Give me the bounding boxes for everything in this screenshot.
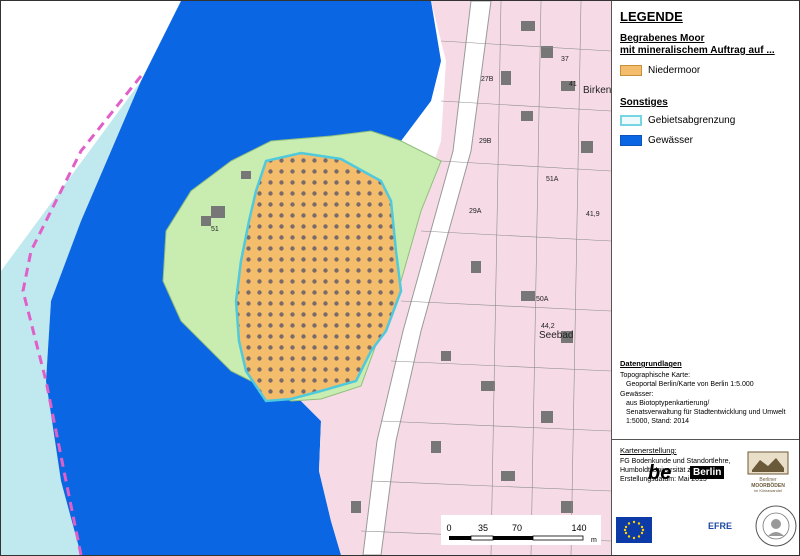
legend-item-niedermoor: Niedermoor [620,65,700,76]
gewaesser-source-l2: Senatsverwaltung für Stadtentwicklung un… [626,409,786,416]
map-frame: Birken Seebad 41,9 44,2 51 51A 29A 50A 2… [0,0,800,556]
gewaesser-source-l1: aus Biotoptypenkartierung/ [626,400,710,407]
legend-item-gebietsabgrenzung-label: Gebietsabgrenzung [648,115,736,126]
moorboeden-logo: Berliner MOORBÖDEN im Klimawandel [747,451,789,493]
legend-title: LEGENDE [620,9,683,24]
legend-panel: LEGENDE Begrabenes Moor mit mineralische… [611,1,799,555]
label-29b: 29B [479,138,492,145]
moor-logo-l3: im Klimawandel [754,488,782,493]
label-27b: 27B [481,76,494,83]
kartenerstellung-l1: FG Bodenkunde und Standortlehre, [620,458,731,465]
map-canvas: Birken Seebad 41,9 44,2 51 51A 29A 50A 2… [1,1,611,555]
scale-label-0: 0 [446,523,451,533]
topo-label: Topographische Karte: [620,372,691,379]
legend-item-gewaesser-label: Gewässer [648,135,694,146]
label-419: 41,9 [586,211,600,218]
boundary-swatch [620,115,642,126]
legend-item-gebietsabgrenzung: Gebietsabgrenzung [620,115,735,126]
legend-divider [612,439,799,440]
label-50a: 50A [536,296,549,303]
map-area[interactable]: Birken Seebad 41,9 44,2 51 51A 29A 50A 2… [1,1,611,555]
scale-unit: m [591,537,597,544]
efre-logo: EFRE [708,521,733,531]
scale-bar: 0 35 70 140 m [441,515,601,545]
scale-label-140: 140 [571,523,586,533]
berlin-logo-box: Berlin [690,466,725,479]
humboldt-seal-icon [755,505,797,547]
label-37: 37 [561,56,569,63]
gewaesser-source-label: Gewässer: [620,391,654,398]
label-birken: Birken [583,85,611,96]
legend-item-gewaesser: Gewässer [620,135,693,146]
niedermoor-swatch [620,65,642,76]
scale-label-70: 70 [512,523,522,533]
label-29a: 29A [469,208,482,215]
kartenerstellung-title: Kartenerstellung: [620,446,677,455]
label-44: 44,2 [541,323,555,330]
label-51a: 51A [546,176,559,183]
water-swatch [620,135,642,146]
label-41: 41 [569,81,577,88]
datengrundlagen-title: Datengrundlagen [620,359,682,368]
label-51: 51 [211,226,219,233]
legend-sonstiges-heading: Sonstiges [620,97,668,108]
eu-flag-icon [616,517,652,543]
label-seebad: Seebad [539,330,573,341]
topo-source: Geoportal Berlin/Karte von Berlin 1:5.00… [626,381,754,388]
gewaesser-source-l3: 1:5000, Stand: 2014 [626,418,690,425]
scale-label-35: 35 [478,523,488,533]
legend-moor-heading: Begrabenes Moor mit mineralischem Auftra… [620,33,775,56]
legend-item-niedermoor-label: Niedermoor [648,65,701,76]
be-berlin-logo: be [648,462,672,484]
